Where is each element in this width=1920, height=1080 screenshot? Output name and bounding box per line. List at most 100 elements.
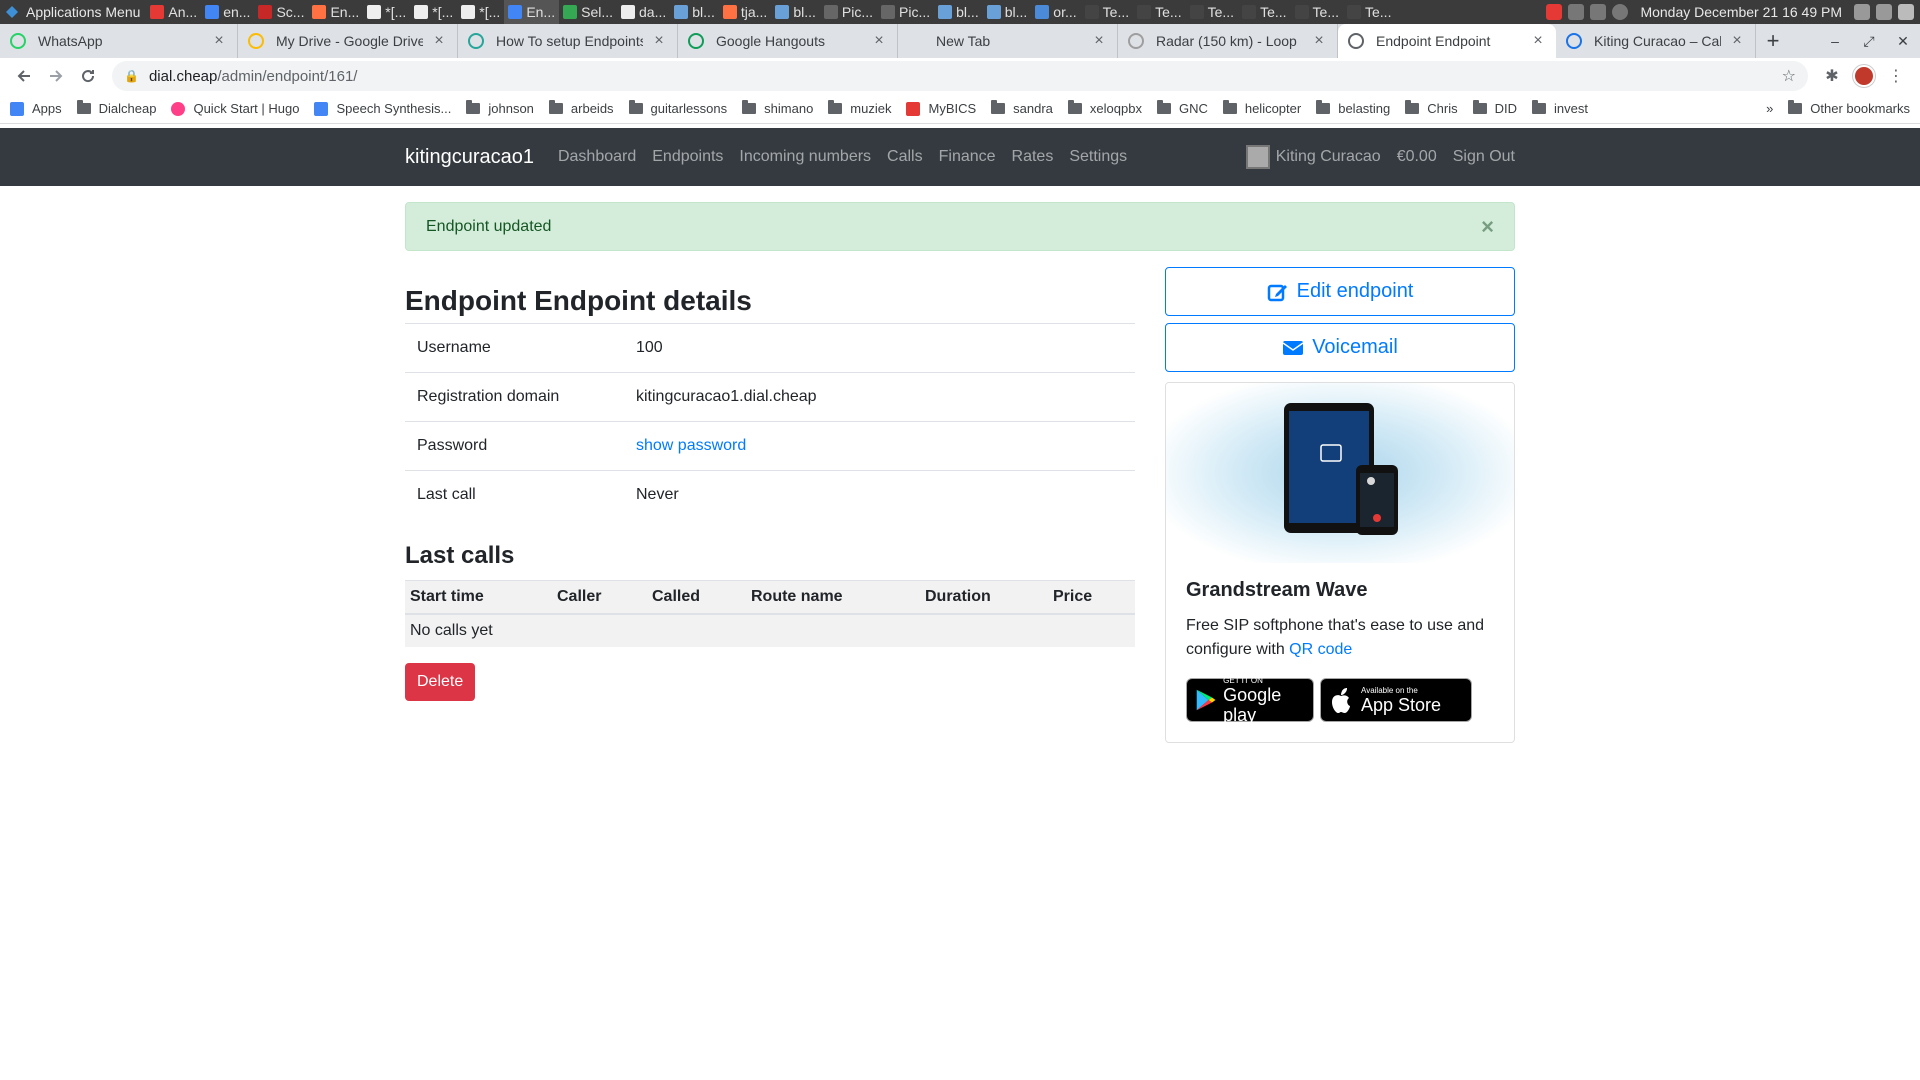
bookmark-item[interactable]: belasting — [1316, 100, 1390, 116]
bookmark-item[interactable]: muziek — [828, 100, 891, 116]
bookmark-item[interactable]: Apps — [10, 101, 62, 116]
taskbar-window-item[interactable]: bl... — [771, 0, 820, 24]
taskbar-window-item[interactable]: *[... — [363, 0, 410, 24]
bookmark-item[interactable]: shimano — [742, 100, 813, 116]
voicemail-button[interactable]: Voicemail — [1165, 323, 1515, 372]
tab-close-icon[interactable]: × — [211, 32, 227, 50]
browser-tab[interactable]: WhatsApp × — [0, 24, 238, 58]
show-password-link[interactable]: show password — [636, 437, 746, 454]
app-store-badge[interactable]: Available on the App Store — [1320, 678, 1472, 722]
taskbar-window-item[interactable]: Te... — [1186, 0, 1238, 24]
other-bookmarks[interactable]: Other bookmarks — [1788, 100, 1910, 116]
bookmark-item[interactable]: sandra — [991, 100, 1053, 116]
network-icon[interactable] — [1590, 4, 1607, 20]
nav-link-finance[interactable]: Finance — [939, 148, 996, 166]
bookmark-item[interactable]: Dialcheap — [76, 100, 156, 116]
nav-link-calls[interactable]: Calls — [887, 148, 923, 166]
minimize-icon[interactable]: – — [1818, 33, 1852, 49]
bookmark-item[interactable]: johnson — [466, 100, 534, 116]
taskbar-window-item[interactable]: Te... — [1238, 0, 1290, 24]
reload-button[interactable] — [72, 60, 104, 92]
browser-tab[interactable]: Radar (150 km) - Loop × — [1118, 24, 1338, 58]
bookmark-item[interactable]: Chris — [1405, 100, 1458, 116]
taskbar-window-item[interactable]: Te... — [1291, 0, 1343, 24]
tab-close-icon[interactable]: × — [1091, 32, 1107, 50]
bookmark-item[interactable]: MyBICS — [906, 101, 976, 116]
qr-code-link[interactable]: QR code — [1289, 641, 1352, 658]
bookmark-item[interactable]: GNC — [1156, 100, 1208, 116]
clock[interactable]: Monday December 21 16 49 PM — [1634, 4, 1848, 20]
taskbar-window-item[interactable]: da... — [617, 0, 670, 24]
taskbar-window-item[interactable]: bl... — [934, 0, 983, 24]
balance-link[interactable]: €0.00 — [1397, 148, 1437, 166]
taskbar-window-item[interactable]: En... — [504, 0, 560, 24]
bookmark-item[interactable]: Quick Start | Hugo — [171, 101, 299, 116]
bookmark-item[interactable]: Speech Synthesis... — [314, 101, 451, 116]
nav-link-incoming-numbers[interactable]: Incoming numbers — [739, 148, 871, 166]
taskbar-window-item[interactable]: tja... — [719, 0, 771, 24]
bookmark-item[interactable]: DID — [1472, 100, 1517, 116]
edit-endpoint-button[interactable]: Edit endpoint — [1165, 267, 1515, 316]
taskbar-window-item[interactable]: An... — [146, 0, 201, 24]
nav-link-rates[interactable]: Rates — [1012, 148, 1054, 166]
alert-close-button[interactable]: × — [1481, 214, 1494, 240]
browser-tab[interactable]: How To setup Endpoints × — [458, 24, 678, 58]
forward-button[interactable] — [40, 60, 72, 92]
files-tray-icon[interactable] — [1876, 4, 1892, 20]
bookmark-item[interactable]: xeloqpbx — [1067, 100, 1142, 116]
delete-button[interactable]: Delete — [405, 663, 476, 701]
taskbar-window-item[interactable]: Sel... — [559, 0, 617, 24]
taskbar-window-item[interactable]: Pic... — [877, 0, 934, 24]
taskbar-window-item[interactable]: Sc... — [254, 0, 308, 24]
tab-close-icon[interactable]: × — [871, 32, 887, 50]
taskbar-window-item[interactable]: Pic... — [820, 0, 877, 24]
profile-avatar[interactable] — [1848, 60, 1880, 92]
bookmark-item[interactable]: helicopter — [1222, 100, 1301, 116]
lock-icon[interactable]: 🔒 — [124, 69, 139, 83]
back-button[interactable] — [8, 60, 40, 92]
navbar-brand[interactable]: kitingcuracao1 — [405, 146, 534, 169]
tab-close-icon[interactable]: × — [651, 32, 667, 50]
taskbar-window-item[interactable]: bl... — [983, 0, 1032, 24]
bookmark-item[interactable]: arbeids — [548, 100, 614, 116]
nav-link-endpoints[interactable]: Endpoints — [652, 148, 723, 166]
tab-close-icon[interactable]: × — [1530, 32, 1546, 50]
taskbar-window-item[interactable]: *[... — [410, 0, 457, 24]
tab-close-icon[interactable]: × — [1311, 32, 1327, 50]
browser-tab[interactable]: New Tab × — [898, 24, 1118, 58]
nav-link-dashboard[interactable]: Dashboard — [558, 148, 636, 166]
bookmark-item[interactable]: invest — [1532, 100, 1588, 116]
taskbar-window-item[interactable]: Te... — [1081, 0, 1133, 24]
address-bar[interactable]: 🔒 dial.cheap/admin/endpoint/161/ ☆ — [112, 61, 1808, 91]
bookmark-star-icon[interactable]: ☆ — [1782, 66, 1796, 86]
calendar-tray-icon[interactable] — [1854, 4, 1870, 20]
taskbar-window-item[interactable]: bl... — [670, 0, 719, 24]
taskbar-window-item[interactable]: *[... — [457, 0, 504, 24]
new-tab-button[interactable]: + — [1756, 24, 1790, 58]
taskbar-window-item[interactable]: Te... — [1343, 0, 1395, 24]
close-window-icon[interactable]: ✕ — [1886, 33, 1920, 50]
applications-menu[interactable]: Applications Menu — [0, 0, 146, 24]
power-icon[interactable] — [1898, 4, 1914, 20]
bluetooth-icon[interactable] — [1568, 4, 1585, 20]
sign-out-link[interactable]: Sign Out — [1453, 148, 1515, 166]
account-link[interactable]: Kiting Curacao — [1276, 148, 1381, 166]
tab-close-icon[interactable]: × — [431, 32, 447, 50]
updates-icon[interactable] — [1612, 4, 1629, 20]
maximize-icon[interactable]: ⤢ — [1852, 33, 1886, 50]
browser-tab[interactable]: My Drive - Google Drive × — [238, 24, 458, 58]
taskbar-window-item[interactable]: en... — [201, 0, 254, 24]
taskbar-window-item[interactable]: Te... — [1133, 0, 1185, 24]
bookmarks-overflow-button[interactable]: » — [1766, 101, 1773, 116]
google-play-badge[interactable]: GET IT ON Google play — [1186, 676, 1314, 725]
tab-close-icon[interactable]: × — [1729, 32, 1745, 50]
extensions-icon[interactable]: ✱ — [1816, 60, 1848, 92]
nav-link-settings[interactable]: Settings — [1069, 148, 1127, 166]
anydesk-tray-icon[interactable] — [1546, 4, 1563, 20]
browser-tab[interactable]: Kiting Curacao – Calendar × — [1556, 24, 1756, 58]
bookmark-item[interactable]: guitarlessons — [628, 100, 727, 116]
taskbar-window-item[interactable]: En... — [308, 0, 363, 24]
browser-tab[interactable]: Endpoint Endpoint × — [1338, 24, 1556, 58]
taskbar-window-item[interactable]: or... — [1031, 0, 1080, 24]
browser-menu-icon[interactable]: ⋮ — [1880, 60, 1912, 92]
